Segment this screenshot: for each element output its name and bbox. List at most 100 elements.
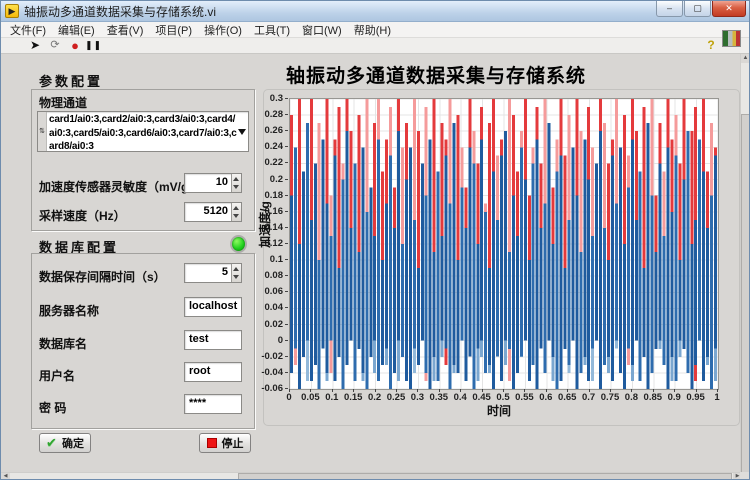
y-tick-mark — [285, 243, 288, 244]
x-tick-mark — [717, 389, 718, 392]
stop-button[interactable]: 停止 — [199, 433, 251, 453]
waveform-svg — [290, 99, 718, 389]
horizontal-scrollbar[interactable]: ◀ ▶ — [1, 472, 742, 479]
y-tick-label: 0.22 — [249, 157, 283, 168]
y-tick-mark — [285, 259, 288, 260]
x-tick-mark — [589, 389, 590, 392]
run-icon[interactable]: ➤ — [27, 38, 43, 53]
y-tick-mark — [285, 356, 288, 357]
y-tick-mark — [285, 211, 288, 212]
y-tick-mark — [285, 340, 288, 341]
x-tick-mark — [289, 389, 290, 392]
y-tick-label: -0.02 — [249, 351, 283, 362]
x-tick-mark — [439, 389, 440, 392]
menu-item-2[interactable]: 编辑(E) — [52, 21, 101, 39]
menu-item-5[interactable]: 操作(O) — [198, 21, 248, 39]
x-tick-mark — [524, 389, 525, 392]
menu-item-6[interactable]: 工具(T) — [248, 21, 296, 39]
ok-button[interactable]: ✔ 确定 — [39, 433, 91, 453]
physical-channel-combo[interactable]: ⇅ card1/ai0:3,card2/ai0:3,card3/ai0:3,ca… — [37, 111, 249, 152]
x-tick-mark — [482, 389, 483, 392]
vertical-scroll-thumb[interactable] — [741, 114, 750, 474]
password-input[interactable]: **** — [184, 394, 242, 414]
toolbar: ➤ ⟳ ● ❚❚ ? — [1, 38, 750, 54]
scroll-up-icon[interactable]: ▲ — [741, 54, 750, 63]
sample-rate-input[interactable]: 5120 — [184, 202, 242, 222]
physical-channel-value: card1/ai0:3,card2/ai0:3,card3/ai0:3,card… — [49, 113, 237, 152]
y-tick-label: 0.28 — [249, 109, 283, 120]
x-tick-mark — [546, 389, 547, 392]
vi-icon[interactable] — [722, 30, 741, 47]
param-section-title: 参数配置 — [39, 71, 103, 90]
sensitivity-stepper[interactable] — [231, 174, 241, 192]
y-tick-mark — [285, 162, 288, 163]
x-tick-label: 1 — [702, 392, 732, 403]
y-tick-mark — [285, 388, 288, 389]
horizontal-scroll-thumb[interactable] — [238, 473, 732, 480]
y-tick-label: 0.24 — [249, 141, 283, 152]
run-continuous-icon[interactable]: ⟳ — [47, 38, 63, 53]
io-selector-icon[interactable]: ⇅ — [38, 112, 47, 151]
sensitivity-label: 加速度传感器灵敏度（mV/g） — [39, 178, 200, 195]
y-tick-mark — [285, 114, 288, 115]
labview-window: ▶ 轴振动多通道数据采集与存储系统.vi – ▢ ✕ 文件(F)编辑(E)查看(… — [0, 0, 750, 480]
chevron-down-icon[interactable] — [238, 129, 246, 135]
x-tick-mark — [353, 389, 354, 392]
username-label: 用户名 — [39, 367, 75, 384]
scroll-left-icon[interactable]: ◀ — [1, 473, 10, 480]
minimize-button[interactable]: – — [656, 1, 683, 17]
pause-icon[interactable]: ❚❚ — [85, 38, 101, 53]
y-tick-label: 0 — [249, 335, 283, 346]
stop-button-label: 停止 — [222, 435, 244, 451]
y-tick-label: 0.08 — [249, 270, 283, 281]
menu-bar: 文件(F)编辑(E)查看(V)项目(P)操作(O)工具(T)窗口(W)帮助(H) — [1, 22, 750, 38]
x-axis-label: 时间 — [487, 402, 511, 419]
y-tick-label: 0.1 — [249, 254, 283, 265]
y-tick-mark — [285, 179, 288, 180]
sample-rate-stepper[interactable] — [231, 203, 241, 221]
menu-item-1[interactable]: 文件(F) — [4, 21, 52, 39]
chart-title: 轴振动多通道数据采集与存储系统 — [286, 61, 586, 88]
save-interval-value: 5 — [222, 266, 228, 278]
y-tick-label: 0.18 — [249, 190, 283, 201]
username-input[interactable]: root — [184, 362, 242, 382]
save-interval-stepper[interactable] — [231, 264, 241, 282]
vertical-scrollbar[interactable]: ▲ — [740, 54, 749, 474]
close-button[interactable]: ✕ — [712, 1, 746, 17]
y-axis-label: 加速度/g — [256, 201, 273, 248]
y-tick-label: 0.06 — [249, 286, 283, 297]
x-tick-mark — [631, 389, 632, 392]
menu-item-7[interactable]: 窗口(W) — [296, 21, 348, 39]
y-tick-mark — [285, 98, 288, 99]
menu-item-3[interactable]: 查看(V) — [101, 21, 150, 39]
x-tick-mark — [653, 389, 654, 392]
save-interval-input[interactable]: 5 — [184, 263, 242, 283]
labview-app-icon: ▶ — [5, 4, 19, 18]
x-tick-mark — [610, 389, 611, 392]
abort-icon[interactable]: ● — [67, 38, 83, 53]
help-icon[interactable]: ? — [703, 38, 719, 53]
save-interval-label: 数据保存间隔时间（s） — [39, 268, 166, 285]
password-label: 密 码 — [39, 399, 66, 416]
sensitivity-input[interactable]: 10 — [184, 173, 242, 193]
menu-item-8[interactable]: 帮助(H) — [348, 21, 397, 39]
x-tick-mark — [310, 389, 311, 392]
y-tick-label: -0.04 — [249, 367, 283, 378]
x-tick-mark — [375, 389, 376, 392]
title-bar[interactable]: ▶ 轴振动多通道数据采集与存储系统.vi – ▢ ✕ — [1, 1, 750, 22]
y-tick-label: 0.3 — [249, 93, 283, 104]
y-tick-mark — [285, 324, 288, 325]
y-tick-label: 0.02 — [249, 319, 283, 330]
sensitivity-value: 10 — [216, 176, 228, 188]
y-tick-mark — [285, 146, 288, 147]
x-tick-mark — [503, 389, 504, 392]
check-icon: ✔ — [46, 435, 57, 451]
db-status-led — [230, 235, 247, 253]
physical-channel-label: 物理通道 — [39, 94, 87, 111]
maximize-button[interactable]: ▢ — [684, 1, 711, 17]
y-tick-mark — [285, 195, 288, 196]
server-input[interactable]: localhost — [184, 297, 242, 317]
database-input[interactable]: test — [184, 330, 242, 350]
x-tick-mark — [567, 389, 568, 392]
menu-item-4[interactable]: 项目(P) — [149, 21, 198, 39]
